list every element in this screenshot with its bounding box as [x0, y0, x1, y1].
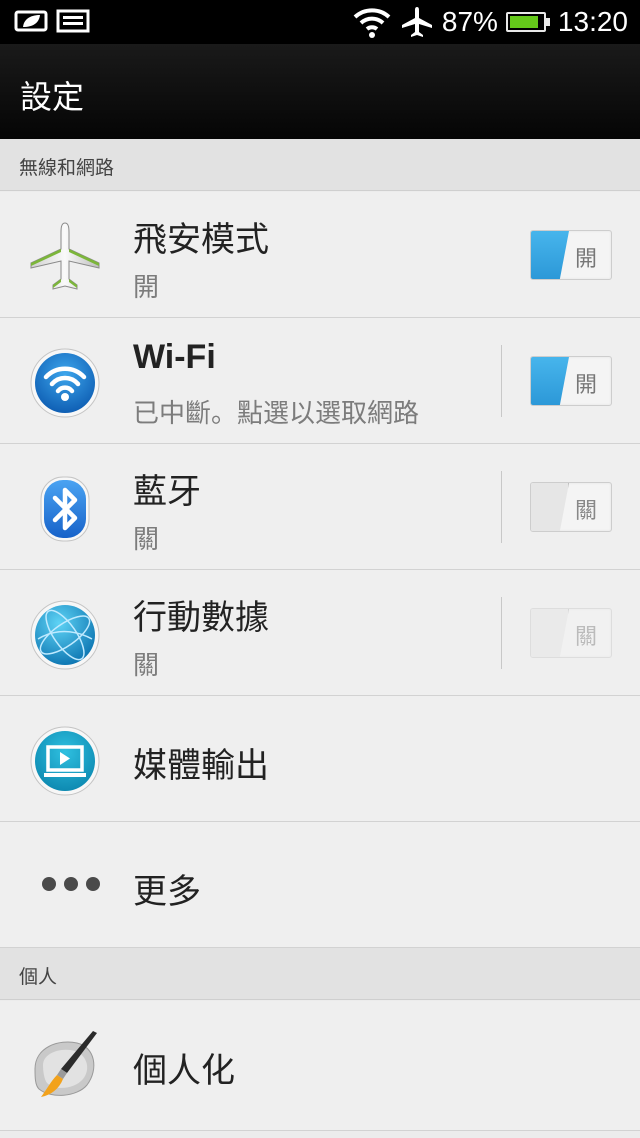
settings-row-wifi[interactable]: Wi-Fi 已中斷。點選以選取網路 開	[0, 318, 640, 444]
toggle-knob	[531, 609, 569, 657]
toggle-knob	[531, 483, 569, 531]
bluetooth-toggle[interactable]: 關	[530, 482, 612, 532]
wifi-icon	[30, 348, 100, 418]
wifi-signal-icon	[353, 8, 391, 38]
toggle-knob	[531, 357, 569, 405]
battery-percent: 87%	[441, 6, 498, 37]
media-output-title: 媒體輸出	[133, 746, 269, 786]
settings-row-bluetooth[interactable]: 藍牙 關 關	[0, 444, 640, 570]
settings-row-personalize[interactable]: 個人化	[0, 1001, 640, 1131]
paintbrush-icon	[34, 1031, 97, 1097]
media-output-icon	[30, 726, 100, 796]
wifi-title: Wi-Fi	[133, 338, 216, 376]
section-header-personal: 個人	[0, 948, 640, 1000]
mobile-data-toggle[interactable]: 關	[530, 608, 612, 658]
airplane-icon	[401, 7, 432, 37]
image-icon	[56, 9, 90, 33]
section-title-wireless: 無線和網路	[19, 157, 115, 179]
mobile-data-title: 行動數據	[133, 598, 269, 638]
airplane-mode-title: 飛安模式	[133, 220, 269, 260]
settings-row-more[interactable]: 更多	[0, 822, 640, 948]
row-divider	[501, 597, 502, 669]
toggle-knob	[531, 231, 569, 279]
more-dots-icon	[42, 877, 100, 891]
wifi-status: 已中斷。點選以選取網路	[133, 399, 420, 429]
settings-row-mobile-data[interactable]: 行動數據 關 關	[0, 570, 640, 696]
settings-row-airplane-mode[interactable]: 飛安模式 開 開	[0, 192, 640, 318]
section-header-wireless: 無線和網路	[0, 139, 640, 191]
mobile-data-status: 關	[133, 651, 160, 681]
airplane-mode-toggle[interactable]: 開	[530, 230, 612, 280]
toggle-label: 關	[574, 625, 597, 650]
row-divider	[501, 345, 502, 417]
status-bar: 87% 13:20	[0, 0, 640, 44]
row-divider	[501, 471, 502, 543]
settings-row-media-output[interactable]: 媒體輸出	[0, 696, 640, 822]
bluetooth-status: 關	[133, 525, 160, 555]
personalize-title: 個人化	[133, 1051, 235, 1091]
page-title: 設定	[20, 78, 85, 116]
bluetooth-icon	[40, 476, 90, 542]
battery-icon	[505, 12, 550, 32]
eco-leaf-icon	[14, 10, 48, 32]
app-header: 設定	[0, 44, 640, 139]
section-title-personal: 個人	[19, 966, 58, 988]
bluetooth-title: 藍牙	[133, 472, 201, 512]
status-time: 13:20	[557, 6, 628, 37]
toggle-label: 開	[574, 373, 597, 398]
toggle-label: 開	[574, 247, 597, 272]
wifi-toggle[interactable]: 開	[530, 356, 612, 406]
airplane-mode-status: 開	[133, 273, 160, 303]
airplane-mode-icon	[30, 222, 100, 290]
toggle-label: 關	[574, 499, 597, 524]
mobile-data-globe-icon	[30, 600, 100, 670]
more-title: 更多	[133, 872, 201, 912]
